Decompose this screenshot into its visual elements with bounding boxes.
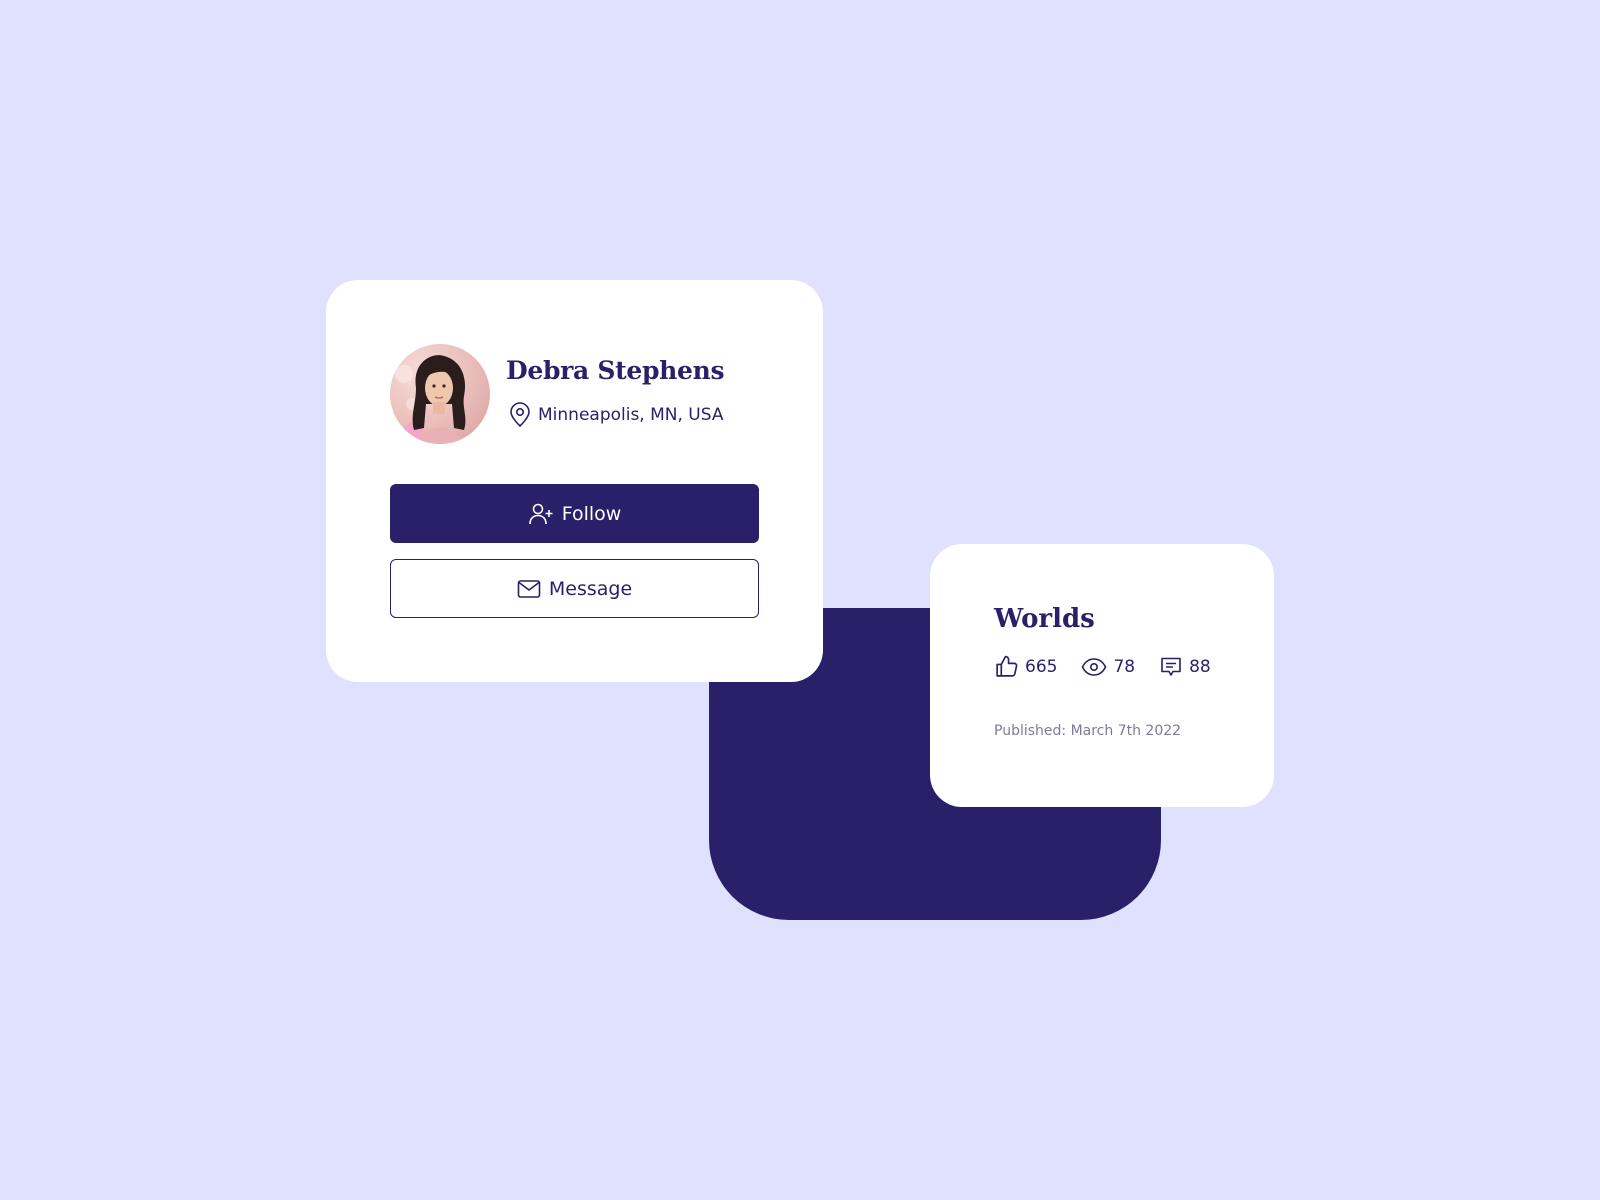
comments-stat[interactable]: 88 <box>1159 655 1211 679</box>
published-date: Published: March 7th 2022 <box>994 723 1182 739</box>
map-pin-icon <box>510 402 530 428</box>
eye-icon <box>1082 657 1107 676</box>
location-text: Minneapolis, MN, USA <box>538 405 724 425</box>
profile-location: Minneapolis, MN, USA <box>508 402 724 428</box>
avatar[interactable] <box>390 344 490 444</box>
views-stat: 78 <box>1081 656 1135 678</box>
comments-count: 88 <box>1189 656 1211 677</box>
profile-name: Debra Stephens <box>506 356 725 385</box>
message-label: Message <box>548 577 633 600</box>
profile-card: Debra Stephens Minneapolis, MN, USA Foll… <box>326 280 823 682</box>
views-count: 78 <box>1113 656 1136 677</box>
likes-count: 665 <box>1025 656 1058 677</box>
user-plus-icon <box>528 503 553 524</box>
thumbs-up-icon <box>996 655 1018 677</box>
post-stats: 665 78 88 <box>994 654 1211 679</box>
follow-label: Follow <box>561 502 622 525</box>
mail-icon <box>517 579 541 598</box>
follow-button[interactable]: Follow <box>390 484 759 543</box>
message-button[interactable]: Message <box>390 559 759 618</box>
post-card: Worlds 665 78 88 Published: March 7th 20… <box>930 544 1274 807</box>
comment-icon <box>1161 657 1181 676</box>
post-title: Worlds <box>994 604 1095 634</box>
likes-stat[interactable]: 665 <box>994 654 1057 679</box>
